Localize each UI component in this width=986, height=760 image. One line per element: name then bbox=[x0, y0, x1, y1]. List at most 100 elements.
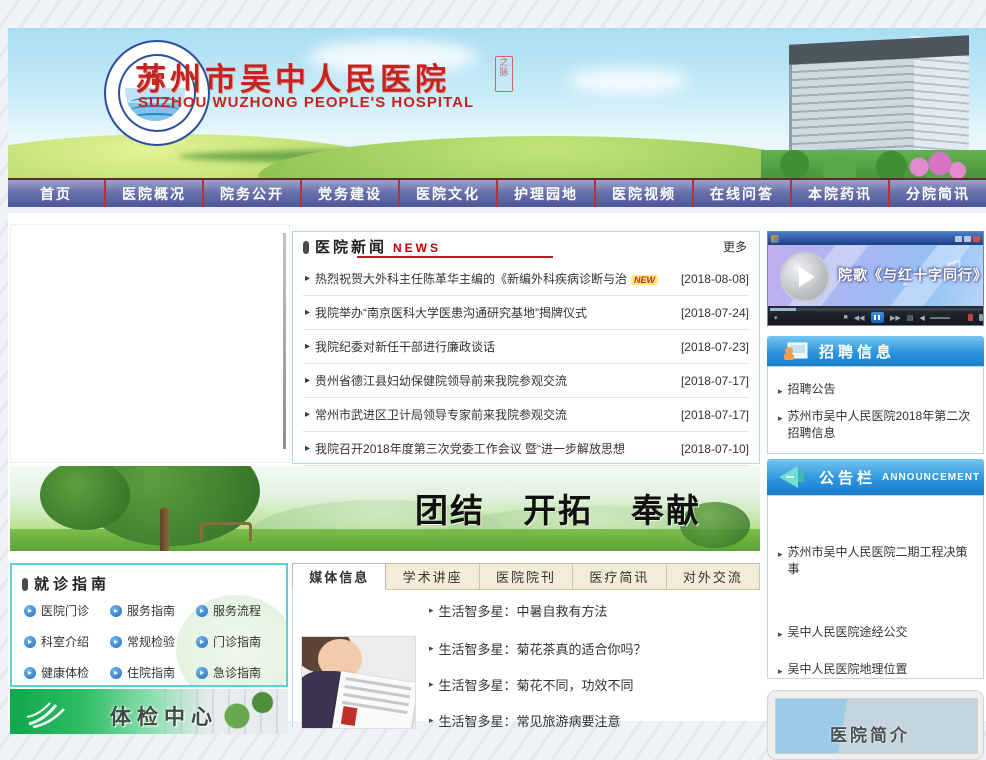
media-article-link[interactable]: ▸生活智多星：菊花不同，功效不同 bbox=[429, 666, 759, 702]
settings-icon[interactable] bbox=[979, 314, 983, 321]
guide-link-checkup[interactable]: ▸健康体检 bbox=[24, 664, 110, 681]
tab-exchange[interactable]: 对外交流 bbox=[667, 563, 760, 590]
media-article-link[interactable]: ▸ 生活智多星：菊花茶真的适合你吗？ bbox=[429, 630, 759, 666]
guide-link-outpatient[interactable]: ▸医院门诊 bbox=[24, 602, 110, 619]
news-item-link[interactable]: 我院纪委对新任干部进行廉政谈话 bbox=[315, 338, 663, 355]
guide-link-departments[interactable]: ▸科室介绍 bbox=[24, 633, 110, 650]
announcement-header: 公告栏 ANNOUNCEMENT bbox=[767, 459, 984, 495]
hospital-building-image bbox=[761, 28, 986, 178]
slideshow-area bbox=[10, 224, 290, 463]
guide-link-service-guide[interactable]: ▸ 服务指南 bbox=[110, 602, 196, 619]
arrow-icon: ▸ bbox=[305, 341, 310, 352]
announcement-link[interactable]: ▸ 苏州市吴中人民医院二期工程决策事 bbox=[778, 544, 973, 578]
news-item-link[interactable]: 热烈祝贺大外科主任陈革华主编的《新编外科疾病诊断与治NEW bbox=[315, 270, 663, 287]
media-article-title[interactable]: 生活智多星：菊花不同，功效不同 bbox=[439, 675, 634, 694]
arrow-icon: ▸ bbox=[429, 643, 434, 654]
previous-icon[interactable]: ◀◀ bbox=[854, 314, 865, 322]
news-item: ▸ 我院举办“南京医科大学医患沟通研究基地”揭牌仪式 [2018-07-24] bbox=[303, 296, 749, 330]
guide-link-service-flow[interactable]: ▸服务流程 bbox=[196, 602, 282, 619]
nav-item-overview[interactable]: 医院概况 bbox=[104, 180, 202, 207]
announcement-link-label[interactable]: 吴中人民医院地理位置 bbox=[788, 661, 908, 680]
arrow-icon: ▸ bbox=[778, 663, 783, 680]
news-list: ▸ 热烈祝贺大外科主任陈革华主编的《新编外科疾病诊断与治NEW [2018-08… bbox=[293, 262, 759, 466]
recruitment-link-label[interactable]: 苏州市吴中人民医院2018年第二次招聘信息 bbox=[788, 408, 973, 442]
guide-link-label[interactable]: 服务指南 bbox=[127, 602, 175, 619]
guide-link-emergency[interactable]: ▸急诊指南 bbox=[196, 664, 282, 681]
progress-bar[interactable] bbox=[770, 308, 982, 311]
news-item: ▸ 我院召开2018年度第三次党委工作会议 暨“进一步解放思想 [2018-07… bbox=[303, 432, 749, 466]
announcement-link[interactable]: ▸ 吴中人民医院地理位置 bbox=[778, 661, 973, 680]
circle-arrow-icon: ▸ bbox=[110, 667, 122, 679]
news-item: ▸ 我院纪委对新任干部进行廉政谈话 [2018-07-23] bbox=[303, 330, 749, 364]
nav-item-home[interactable]: 首页 bbox=[8, 180, 104, 207]
minimize-icon[interactable] bbox=[955, 236, 962, 242]
maximize-icon[interactable] bbox=[964, 236, 971, 242]
checkup-center-banner[interactable]: 体检中心 bbox=[10, 689, 288, 734]
arrow-icon: ▸ bbox=[305, 273, 310, 284]
playlist-icon[interactable]: ▤ bbox=[907, 314, 914, 322]
media-article-link[interactable]: ▸生活智多星：中暑自救有方法 bbox=[429, 590, 759, 630]
intro-label: 医院简介 bbox=[830, 721, 910, 746]
guide-link-label[interactable]: 健康体检 bbox=[41, 664, 89, 681]
tab-media-info[interactable]: 媒体信息 bbox=[292, 563, 386, 590]
next-icon[interactable]: ▶▶ bbox=[890, 314, 901, 322]
tab-medical-briefs[interactable]: 医疗简讯 bbox=[573, 563, 666, 590]
news-more-link[interactable]: 更多 bbox=[723, 238, 747, 255]
news-item-link[interactable]: 常州市武进区卫计局领导专家前来我院参观交流 bbox=[315, 406, 663, 423]
play-button[interactable] bbox=[780, 252, 830, 302]
guide-link-label[interactable]: 科室介绍 bbox=[41, 633, 89, 650]
nav-item-nursing[interactable]: 护理园地 bbox=[496, 180, 594, 207]
pause-button[interactable] bbox=[871, 312, 884, 323]
nav-item-affairs[interactable]: 院务公开 bbox=[202, 180, 300, 207]
announcement-link-label[interactable]: 苏州市吴中人民医院二期工程决策事 bbox=[788, 544, 973, 578]
guide-link-label[interactable]: 门诊指南 bbox=[213, 633, 261, 650]
recruitment-link[interactable]: ▸ 招聘公告 bbox=[778, 381, 973, 400]
close-icon[interactable] bbox=[973, 236, 980, 242]
guide-link-lab-tests[interactable]: ▸常规检验 bbox=[110, 633, 196, 650]
recruitment-link-label[interactable]: 招聘公告 bbox=[788, 381, 836, 400]
options-dropdown-icon[interactable]: ▾ bbox=[774, 314, 778, 322]
media-article-title[interactable]: 生活智多星：常见旅游病要注意 bbox=[439, 711, 621, 730]
media-article-title[interactable]: 生活智多星：菊花茶真的适合你吗？ bbox=[439, 639, 647, 658]
guide-link-outpatient-guide[interactable]: ▸门诊指南 bbox=[196, 633, 282, 650]
recruitment-link[interactable]: ▸ 苏州市吴中人民医院2018年第二次招聘信息 bbox=[778, 408, 973, 442]
hospital-homepage: { "header": { "name_cn": "苏州市吴中人民医院", "n… bbox=[0, 0, 986, 721]
photo-newspaper bbox=[332, 671, 416, 729]
guide-link-label[interactable]: 住院指南 bbox=[127, 664, 175, 681]
media-article-link[interactable]: ▸生活智多星：常见旅游病要注意 bbox=[429, 702, 759, 738]
tab-lectures[interactable]: 学术讲座 bbox=[386, 563, 479, 590]
nav-item-branch[interactable]: 分院简讯 bbox=[888, 180, 986, 207]
guide-link-label[interactable]: 服务流程 bbox=[213, 602, 261, 619]
guide-link-label[interactable]: 医院门诊 bbox=[41, 602, 89, 619]
guide-link-label[interactable]: 急诊指南 bbox=[213, 664, 261, 681]
stop-icon[interactable]: ■ bbox=[844, 314, 848, 321]
tab-journal[interactable]: 医院院刊 bbox=[480, 563, 573, 590]
news-item-link[interactable]: 我院召开2018年度第三次党委工作会议 暨“进一步解放思想 bbox=[315, 440, 663, 457]
media-news-photo bbox=[301, 636, 416, 729]
hospital-news-panel: 医院新闻NEWS 更多 ▸ 热烈祝贺大外科主任陈革华主编的《新编外科疾病诊断与治… bbox=[292, 231, 760, 464]
volume-slider[interactable] bbox=[930, 317, 951, 319]
hospital-intro-box[interactable]: 医院简介 bbox=[767, 690, 984, 760]
guide-link-inpatient[interactable]: ▸ 住院指南 bbox=[110, 664, 196, 681]
news-item-title[interactable]: 热烈祝贺大外科主任陈革华主编的《新编外科疾病诊断与治 bbox=[315, 272, 627, 286]
media-article-title[interactable]: 生活智多星：中暑自救有方法 bbox=[439, 601, 608, 620]
record-icon[interactable] bbox=[968, 314, 972, 321]
circle-arrow-icon: ▸ bbox=[110, 605, 122, 617]
nav-item-video[interactable]: 医院视频 bbox=[594, 180, 692, 207]
announcement-link-label[interactable]: 吴中人民医院途经公交 bbox=[788, 624, 908, 643]
slogan-word: 奉献 bbox=[631, 491, 701, 530]
slogan-banner: 团结开拓奉献 bbox=[10, 466, 760, 551]
checkup-center-label: 体检中心 bbox=[110, 701, 218, 731]
news-item-link[interactable]: 贵州省德江县妇幼保健院领导前来我院参观交流 bbox=[315, 372, 663, 389]
news-item-date: [2018-07-24] bbox=[663, 306, 749, 320]
nav-item-qa[interactable]: 在线问答 bbox=[692, 180, 790, 207]
nav-item-pharmacy[interactable]: 本院药讯 bbox=[790, 180, 888, 207]
guide-link-label[interactable]: 常规检验 bbox=[127, 633, 175, 650]
recruitment-header: 招聘信息 bbox=[767, 336, 984, 366]
nav-item-culture[interactable]: 医院文化 bbox=[398, 180, 496, 207]
announcement-link[interactable]: ▸ 吴中人民医院途经公交 bbox=[778, 624, 973, 643]
news-item-link[interactable]: 我院举办“南京医科大学医患沟通研究基地”揭牌仪式 bbox=[315, 304, 663, 321]
volume-icon[interactable]: ◀ bbox=[919, 314, 924, 322]
swoosh-logo-icon bbox=[24, 693, 72, 734]
nav-item-party[interactable]: 党务建设 bbox=[300, 180, 398, 207]
